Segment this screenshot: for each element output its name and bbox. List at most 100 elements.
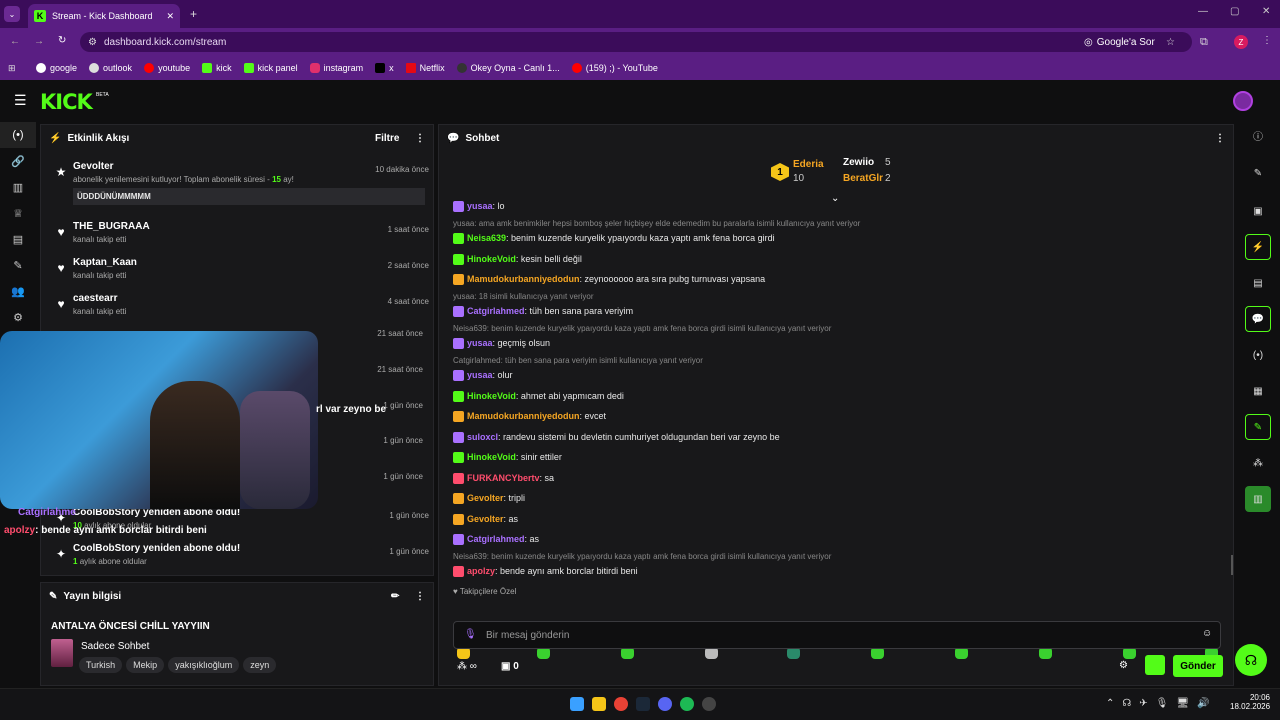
minimize-icon[interactable]: — bbox=[1198, 6, 1208, 17]
nav-video-icon[interactable]: ▤ bbox=[0, 226, 36, 252]
chat-settings-icon[interactable]: ⚙ bbox=[1119, 660, 1128, 671]
edit-icon[interactable]: ✏ bbox=[391, 591, 399, 602]
extensions-icon[interactable]: ⧉ bbox=[1200, 36, 1208, 49]
chat-panel-icon[interactable]: 💬 bbox=[1245, 306, 1271, 332]
chat-menu-icon[interactable]: ⋮ bbox=[1215, 133, 1225, 144]
chrome-icon[interactable] bbox=[614, 697, 628, 711]
chat-input[interactable]: 🎙 Bir mesaj gönderin ☺ bbox=[453, 621, 1221, 649]
chat-username[interactable]: yusaa bbox=[467, 338, 493, 348]
close-tab-icon[interactable]: ✕ bbox=[166, 11, 174, 22]
broadcast-icon[interactable]: (•) bbox=[1245, 342, 1271, 368]
chat-scrollbar[interactable] bbox=[1231, 555, 1233, 575]
tray-icons[interactable]: ⌃☊✈🎙🖥🔊 bbox=[1106, 698, 1217, 709]
site-info-icon[interactable]: ⚙ bbox=[88, 37, 97, 48]
gift-counter[interactable]: ▣ 0 bbox=[501, 661, 519, 672]
chat-username[interactable]: Gevolter bbox=[467, 493, 504, 503]
nav-analytics-icon[interactable]: ▥ bbox=[0, 174, 36, 200]
chat-username[interactable]: suloxcl bbox=[467, 432, 498, 442]
bookmark-kick-panel[interactable]: kick panel bbox=[243, 63, 298, 73]
nav-trophy-icon[interactable]: ♕ bbox=[0, 200, 36, 226]
overlay-chat-line: apolzy: bende aynı amk borclar bitirdi b… bbox=[4, 525, 207, 536]
browser-tab[interactable]: K Stream - Kick Dashboard ✕ bbox=[28, 4, 180, 28]
tag[interactable]: Turkish bbox=[79, 657, 123, 673]
bookmark-kick[interactable]: kick bbox=[202, 63, 232, 73]
info-icon[interactable]: ⓘ bbox=[1245, 122, 1271, 148]
activity-menu-icon[interactable]: ⋮ bbox=[415, 133, 425, 144]
chat-username[interactable]: yusaa bbox=[467, 370, 493, 380]
bookmark-netflix[interactable]: Netflix bbox=[405, 63, 445, 73]
maximize-icon[interactable]: ▢ bbox=[1230, 6, 1239, 17]
chat-username[interactable]: HinokeVoid bbox=[467, 391, 516, 401]
channel-points[interactable]: ⁂ ∞ bbox=[457, 661, 477, 672]
address-bar[interactable]: ⚙ dashboard.kick.com/stream ◎ Google'a So… bbox=[80, 32, 1192, 52]
tag[interactable]: zeyn bbox=[243, 657, 277, 673]
bookmark-instagram[interactable]: instagram bbox=[309, 63, 363, 73]
support-chat-button[interactable]: ☊ bbox=[1235, 644, 1267, 676]
bookmark-youtube[interactable]: youtube bbox=[144, 63, 190, 73]
bookmark-youtube-2[interactable]: (159) ;) - YouTube bbox=[571, 63, 658, 73]
chat-username[interactable]: Catgirlahmed bbox=[467, 534, 525, 544]
reload-icon[interactable]: ↻ bbox=[58, 35, 66, 46]
profile-avatar[interactable]: Z bbox=[1234, 35, 1248, 49]
chat-username[interactable]: Neisa639 bbox=[467, 233, 506, 243]
chat-username[interactable]: Gevolter bbox=[467, 514, 504, 524]
kick-logo[interactable]: KICK bbox=[40, 90, 93, 114]
close-window-icon[interactable]: ✕ bbox=[1262, 6, 1270, 17]
bookmark-star-icon[interactable]: ☆ bbox=[1166, 37, 1175, 48]
share-icon[interactable]: ⁂ bbox=[1245, 450, 1271, 476]
wrench-panel-icon[interactable]: ✎ bbox=[1245, 414, 1271, 440]
capture-icon[interactable]: ▣ bbox=[1245, 198, 1271, 224]
spotify-icon[interactable] bbox=[680, 697, 694, 711]
discord-icon[interactable] bbox=[658, 697, 672, 711]
pen-icon[interactable]: ✎ bbox=[1245, 160, 1271, 186]
chat-username[interactable]: HinokeVoid bbox=[467, 254, 516, 264]
explorer-icon[interactable] bbox=[592, 697, 606, 711]
start-icon[interactable] bbox=[570, 697, 584, 711]
mic-icon[interactable]: 🎙 bbox=[464, 629, 477, 640]
nav-settings-icon[interactable]: ⚙ bbox=[0, 304, 36, 330]
stream-info-menu-icon[interactable]: ⋮ bbox=[415, 591, 425, 602]
bookmark-okey[interactable]: Okey Oyna - Canlı 1... bbox=[456, 63, 560, 73]
chat-username[interactable]: Catgirlahmed bbox=[467, 306, 525, 316]
apps-icon[interactable]: ⊞ bbox=[8, 63, 16, 74]
chat-username[interactable]: HinokeVoid bbox=[467, 452, 516, 462]
app-icon[interactable] bbox=[702, 697, 716, 711]
bookmark-outlook[interactable]: outlook bbox=[89, 63, 132, 73]
nav-stream-icon[interactable]: (•) bbox=[0, 122, 36, 148]
filter-button[interactable]: Filtre bbox=[375, 133, 399, 144]
chat-username[interactable]: apolzy bbox=[467, 566, 495, 576]
forward-icon[interactable]: → bbox=[34, 36, 44, 47]
hamburger-menu-icon[interactable]: ☰ bbox=[14, 92, 27, 109]
kick-panel-icon[interactable]: ▥ bbox=[1245, 486, 1271, 512]
tag[interactable]: Mekip bbox=[126, 657, 165, 673]
steam-icon[interactable] bbox=[636, 697, 650, 711]
clock[interactable]: 20:06 18.02.2026 bbox=[1230, 693, 1270, 711]
chat-username[interactable]: Mamudokurbanniyedodun bbox=[467, 274, 580, 284]
tab-search-button[interactable]: ⌄ bbox=[4, 6, 20, 22]
chat-username[interactable]: yusaa bbox=[467, 201, 493, 211]
nav-link-icon[interactable]: 🔗 bbox=[0, 148, 36, 174]
new-tab-icon[interactable]: + bbox=[190, 7, 197, 21]
send-button[interactable]: Gönder bbox=[1173, 655, 1223, 677]
bookmark-google[interactable]: google bbox=[36, 63, 77, 73]
chat-text: : as bbox=[524, 534, 540, 544]
rank-badge: 1 bbox=[771, 163, 789, 181]
emoji-icon[interactable]: ☺ bbox=[1202, 628, 1212, 639]
tag[interactable]: yakışıklıoğlum bbox=[168, 657, 240, 673]
google-lens-button[interactable]: ◎ Google'a Sor bbox=[1084, 37, 1155, 48]
chat-username[interactable]: Mamudokurbanniyedodun bbox=[467, 411, 580, 421]
nav-users-icon[interactable]: 👥 bbox=[0, 278, 36, 304]
bookmark-x[interactable]: x bbox=[375, 63, 394, 73]
back-icon[interactable]: ← bbox=[10, 36, 20, 47]
layers-icon[interactable]: ▦ bbox=[1245, 378, 1271, 404]
chat-text: : benim kuzende kuryelik ypaıyordu kaza … bbox=[506, 233, 775, 243]
chat-message: Gevolter: tripli bbox=[453, 493, 525, 505]
document-icon[interactable]: ▤ bbox=[1245, 270, 1271, 296]
lightning-panel-icon[interactable]: ⚡ bbox=[1245, 234, 1271, 260]
chat-username[interactable]: FURKANCYbertv bbox=[467, 473, 540, 483]
nav-tools-icon[interactable]: ✎ bbox=[0, 252, 36, 278]
user-avatar[interactable] bbox=[1233, 91, 1253, 111]
kick-emote-button[interactable] bbox=[1145, 655, 1165, 675]
leader-count: 2 bbox=[885, 173, 891, 184]
menu-dots-icon[interactable]: ⋮ bbox=[1262, 35, 1272, 46]
